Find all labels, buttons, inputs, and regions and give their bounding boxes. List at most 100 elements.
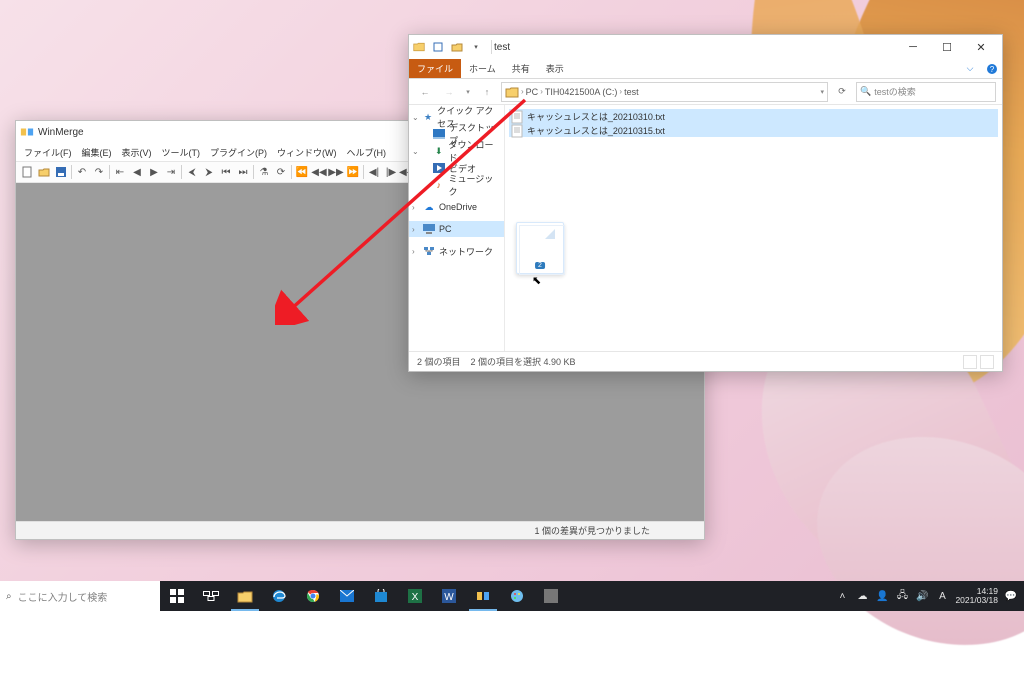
explorer-window[interactable]: ▾ test ─ ☐ ✕ ファイル ホーム 共有 表示 ⌵ ? ← → ▾ ↑ … [408, 34, 1003, 372]
toolbar-undo-icon[interactable]: ↶ [74, 164, 90, 180]
explorer-address-bar[interactable]: ← → ▾ ↑ › PC › TIH0421500A (C:) › test ▾… [409, 79, 1002, 105]
file-row[interactable]: キャッシュレスとは_20210310.txt [509, 109, 998, 123]
ribbon-tab-share[interactable]: 共有 [504, 59, 538, 78]
toolbar-diff-last-icon[interactable]: ⇥ [163, 164, 179, 180]
maximize-button[interactable]: ☐ [930, 36, 964, 58]
toolbar-redo-icon[interactable]: ↷ [91, 164, 107, 180]
tray-notification-icon[interactable]: 💬 [1004, 589, 1018, 603]
nav-recent-dropdown[interactable]: ▾ [463, 82, 473, 102]
taskbar-app-excel[interactable]: X [398, 581, 432, 611]
address-crumbs[interactable]: › PC › TIH0421500A (C:) › test ▾ [501, 82, 828, 102]
ribbon-tab-view[interactable]: 表示 [538, 59, 572, 78]
menu-view[interactable]: 表示(V) [118, 146, 156, 159]
tray-ime-indicator[interactable]: A [935, 589, 949, 603]
crumb-separator-icon[interactable]: › [521, 87, 524, 96]
toolbar-new-icon[interactable] [19, 164, 35, 180]
explorer-titlebar[interactable]: ▾ test ─ ☐ ✕ [409, 35, 1002, 59]
taskbar-app-generic[interactable] [534, 581, 568, 611]
menu-tools[interactable]: ツール(T) [158, 146, 205, 159]
tray-clock[interactable]: 14:19 2021/03/18 [955, 587, 998, 606]
nav-back-button[interactable]: ← [415, 82, 435, 102]
toolbar-save-icon[interactable] [53, 164, 69, 180]
view-details-button[interactable] [963, 355, 977, 369]
toolbar-refresh-icon[interactable]: ⟳ [273, 164, 289, 180]
sidebar-item-onedrive[interactable]: › ☁ OneDrive [409, 199, 504, 215]
crumb-dropdown-icon[interactable]: ▾ [820, 88, 824, 96]
toolbar-filter-icon[interactable]: ⚗ [256, 164, 272, 180]
folder-icon [505, 85, 519, 99]
menu-file[interactable]: ファイル(F) [20, 146, 76, 159]
toolbar-prev-icon[interactable]: ◀◀ [311, 164, 327, 180]
taskbar-app-store[interactable] [364, 581, 398, 611]
tray-people-icon[interactable]: 👤 [875, 589, 889, 603]
explorer-file-list[interactable]: キャッシュレスとは_20210310.txt キャッシュレスとは_2021031… [505, 105, 1002, 351]
help-icon[interactable]: ? [982, 59, 1002, 78]
taskbar-app-chrome[interactable] [296, 581, 330, 611]
toolbar-open-icon[interactable] [36, 164, 52, 180]
tray-chevron-icon[interactable]: ˄ [835, 589, 849, 603]
file-row[interactable]: キャッシュレスとは_20210315.txt [509, 123, 998, 137]
explorer-sidebar[interactable]: ⌄ ★ クイック アクセス デスクトップ ⌄ ⬇ ダウンロード ビデオ ♪ ミュ… [409, 105, 505, 351]
sidebar-item-downloads[interactable]: ⌄ ⬇ ダウンロード [409, 143, 504, 159]
toolbar-merge-left-icon[interactable]: ◀| [366, 164, 382, 180]
toolbar-diff-prev-icon[interactable]: ◀ [129, 164, 145, 180]
toolbar-diff-next-icon[interactable]: ▶ [146, 164, 162, 180]
ribbon-tab-file[interactable]: ファイル [409, 59, 461, 78]
toolbar-copy-left-icon[interactable]: ⮜ [184, 164, 200, 180]
view-icons-button[interactable] [980, 355, 994, 369]
nav-forward-button[interactable]: → [439, 82, 459, 102]
expand-icon[interactable]: ⌄ [412, 113, 419, 122]
toolbar-merge-right-icon[interactable]: |▶ [383, 164, 399, 180]
task-view-button[interactable] [194, 581, 228, 611]
menu-edit[interactable]: 編集(E) [78, 146, 116, 159]
refresh-button[interactable]: ⟳ [832, 82, 852, 102]
qat-dropdown-icon[interactable]: ▾ [470, 41, 482, 53]
sidebar-item-network[interactable]: › ネットワーク [409, 243, 504, 259]
expand-icon[interactable]: › [412, 203, 415, 212]
taskbar-search-box[interactable]: ⌕ ここに入力して検索 [0, 581, 160, 611]
toolbar-first-icon[interactable]: ⏪ [294, 164, 310, 180]
menu-plugin[interactable]: プラグイン(P) [206, 146, 271, 159]
crumb-drive[interactable]: TIH0421500A (C:) [545, 87, 618, 97]
taskbar-app-word[interactable]: W [432, 581, 466, 611]
taskbar-app-winmerge[interactable] [466, 581, 500, 611]
crumb-separator-icon[interactable]: › [540, 87, 543, 96]
expand-icon[interactable]: › [412, 225, 415, 234]
taskbar-app-mail[interactable] [330, 581, 364, 611]
toolbar-copy-left-all-icon[interactable]: ⏮ [218, 164, 234, 180]
tray-network-icon[interactable]: 🖧 [895, 589, 909, 603]
qat-new-folder-icon[interactable] [451, 41, 463, 53]
toolbar-copy-right-icon[interactable]: ⮞ [201, 164, 217, 180]
expand-icon[interactable]: › [412, 247, 415, 256]
tray-volume-icon[interactable]: 🔊 [915, 589, 929, 603]
sidebar-item-music[interactable]: ♪ ミュージック [409, 177, 504, 193]
crumb-separator-icon[interactable]: › [619, 87, 622, 96]
qat-properties-icon[interactable] [432, 41, 444, 53]
explorer-ribbon-tabs[interactable]: ファイル ホーム 共有 表示 ⌵ ? [409, 59, 1002, 79]
expand-icon[interactable]: ⌄ [412, 147, 419, 156]
crumb-folder[interactable]: test [624, 87, 639, 97]
toolbar-last-icon[interactable]: ⏩ [345, 164, 361, 180]
start-button[interactable] [160, 581, 194, 611]
toolbar-copy-right-all-icon[interactable]: ⏭ [235, 164, 251, 180]
taskbar-app-edge[interactable] [262, 581, 296, 611]
toolbar-separator [291, 165, 292, 179]
close-button[interactable]: ✕ [964, 36, 998, 58]
crumb-pc[interactable]: PC [526, 87, 539, 97]
system-tray[interactable]: ˄ ☁ 👤 🖧 🔊 A 14:19 2021/03/18 💬 [829, 581, 1024, 611]
toolbar-next-icon[interactable]: ▶▶ [328, 164, 344, 180]
toolbar-diff-first-icon[interactable]: ⇤ [112, 164, 128, 180]
taskbar-app-explorer[interactable] [228, 581, 262, 611]
explorer-search-box[interactable]: 🔍 testの検索 [856, 82, 996, 102]
tray-onedrive-icon[interactable]: ☁ [855, 589, 869, 603]
sidebar-item-pc[interactable]: › PC [409, 221, 504, 237]
nav-up-button[interactable]: ↑ [477, 82, 497, 102]
search-icon: 🔍 [860, 86, 871, 97]
ribbon-toggle-icon[interactable]: ⌵ [958, 59, 982, 78]
taskbar[interactable]: ⌕ ここに入力して検索 X W ˄ ☁ 👤 🖧 🔊 A 14:19 2021/0… [0, 581, 1024, 611]
ribbon-tab-home[interactable]: ホーム [461, 59, 504, 78]
menu-window[interactable]: ウィンドウ(W) [273, 146, 341, 159]
minimize-button[interactable]: ─ [896, 36, 930, 58]
taskbar-app-paint[interactable] [500, 581, 534, 611]
menu-help[interactable]: ヘルプ(H) [343, 146, 391, 159]
